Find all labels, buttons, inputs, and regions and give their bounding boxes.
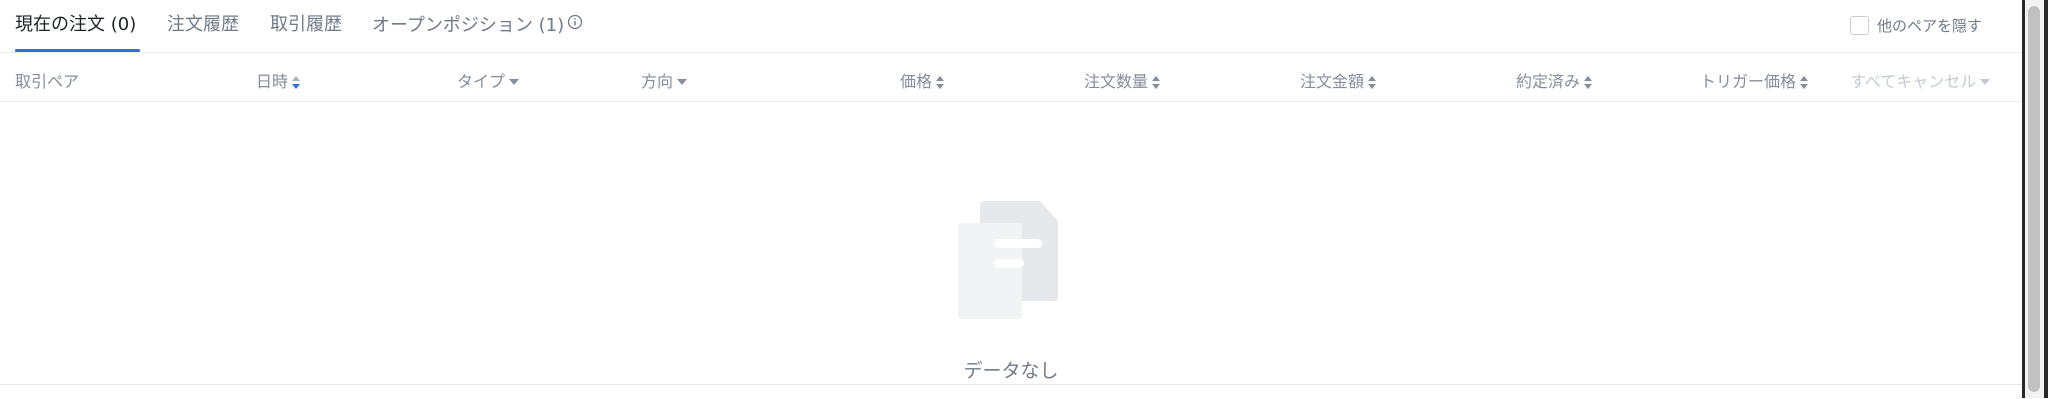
column-header-type[interactable]: タイプ (457, 72, 520, 92)
chevron-down-icon (677, 78, 688, 85)
column-header-trigger-price-label: トリガー価格 (1700, 72, 1797, 91)
orders-panel: 現在の注文 (0) 注文履歴 取引履歴 オープンポジション (1) 他のペアを隠… (0, 0, 2022, 384)
chevron-down-icon (509, 78, 520, 85)
tab-open-positions-label: オープンポジション (1) (372, 15, 565, 36)
sort-desc-icon (292, 75, 301, 89)
info-icon[interactable] (567, 13, 583, 37)
column-header-order-amount[interactable]: 注文金額 (1300, 72, 1377, 92)
tab-order-history-label: 注文履歴 (167, 14, 239, 35)
empty-document-icon (956, 201, 1060, 325)
chevron-down-icon (1980, 78, 1991, 85)
column-header-datetime[interactable]: 日時 (256, 72, 301, 92)
tab-open-orders-label: 現在の注文 (0) (15, 14, 137, 35)
column-header-datetime-label: 日時 (256, 72, 289, 91)
column-header-type-label: タイプ (457, 72, 506, 91)
column-header-trigger-price[interactable]: トリガー価格 (1700, 72, 1809, 92)
hide-other-pairs-toggle[interactable]: 他のペアを隠す (1849, 13, 1982, 37)
sort-icon (1152, 75, 1161, 89)
column-header-pair: 取引ペア (15, 72, 79, 92)
sort-icon (1584, 75, 1593, 89)
scrollbar-thumb[interactable] (2028, 6, 2040, 392)
tab-trade-history-label: 取引履歴 (270, 14, 342, 35)
sort-icon (1368, 75, 1377, 89)
tab-open-orders[interactable]: 現在の注文 (0) (15, 13, 136, 37)
tab-trade-history[interactable]: 取引履歴 (270, 13, 342, 37)
column-header-order-quantity[interactable]: 注文数量 (1084, 72, 1161, 92)
hide-other-pairs-checkbox[interactable] (1849, 15, 1869, 35)
empty-state-text: データなし (963, 360, 1059, 382)
tab-open-positions[interactable]: オープンポジション (1) (372, 13, 583, 38)
lower-panel-edge (0, 384, 2022, 399)
active-tab-indicator (15, 49, 140, 52)
column-header-filled[interactable]: 約定済み (1516, 72, 1593, 92)
sort-icon (936, 75, 945, 89)
cancel-all-dropdown[interactable]: すべてキャンセル (1850, 72, 1991, 92)
orders-table-header: 取引ペア 日時 タイプ 方向 価格 注文数量 注文金額 約定済み トリガー価格 … (0, 53, 2022, 102)
tab-order-history[interactable]: 注文履歴 (167, 13, 239, 37)
column-header-pair-label: 取引ペア (15, 72, 80, 91)
hide-other-pairs-label: 他のペアを隠す (1876, 16, 1982, 35)
column-header-filled-label: 約定済み (1516, 72, 1581, 91)
cancel-all-label: すべてキャンセル (1850, 72, 1977, 91)
column-header-order-amount-label: 注文金額 (1300, 72, 1365, 91)
column-header-side[interactable]: 方向 (641, 72, 688, 92)
orders-tab-bar: 現在の注文 (0) 注文履歴 取引履歴 オープンポジション (1) 他のペアを隠… (0, 0, 2022, 53)
column-header-price[interactable]: 価格 (900, 72, 945, 92)
column-header-side-label: 方向 (641, 72, 674, 91)
column-header-price-label: 価格 (900, 72, 933, 91)
column-header-order-quantity-label: 注文数量 (1084, 72, 1149, 91)
sort-icon (1800, 75, 1809, 89)
